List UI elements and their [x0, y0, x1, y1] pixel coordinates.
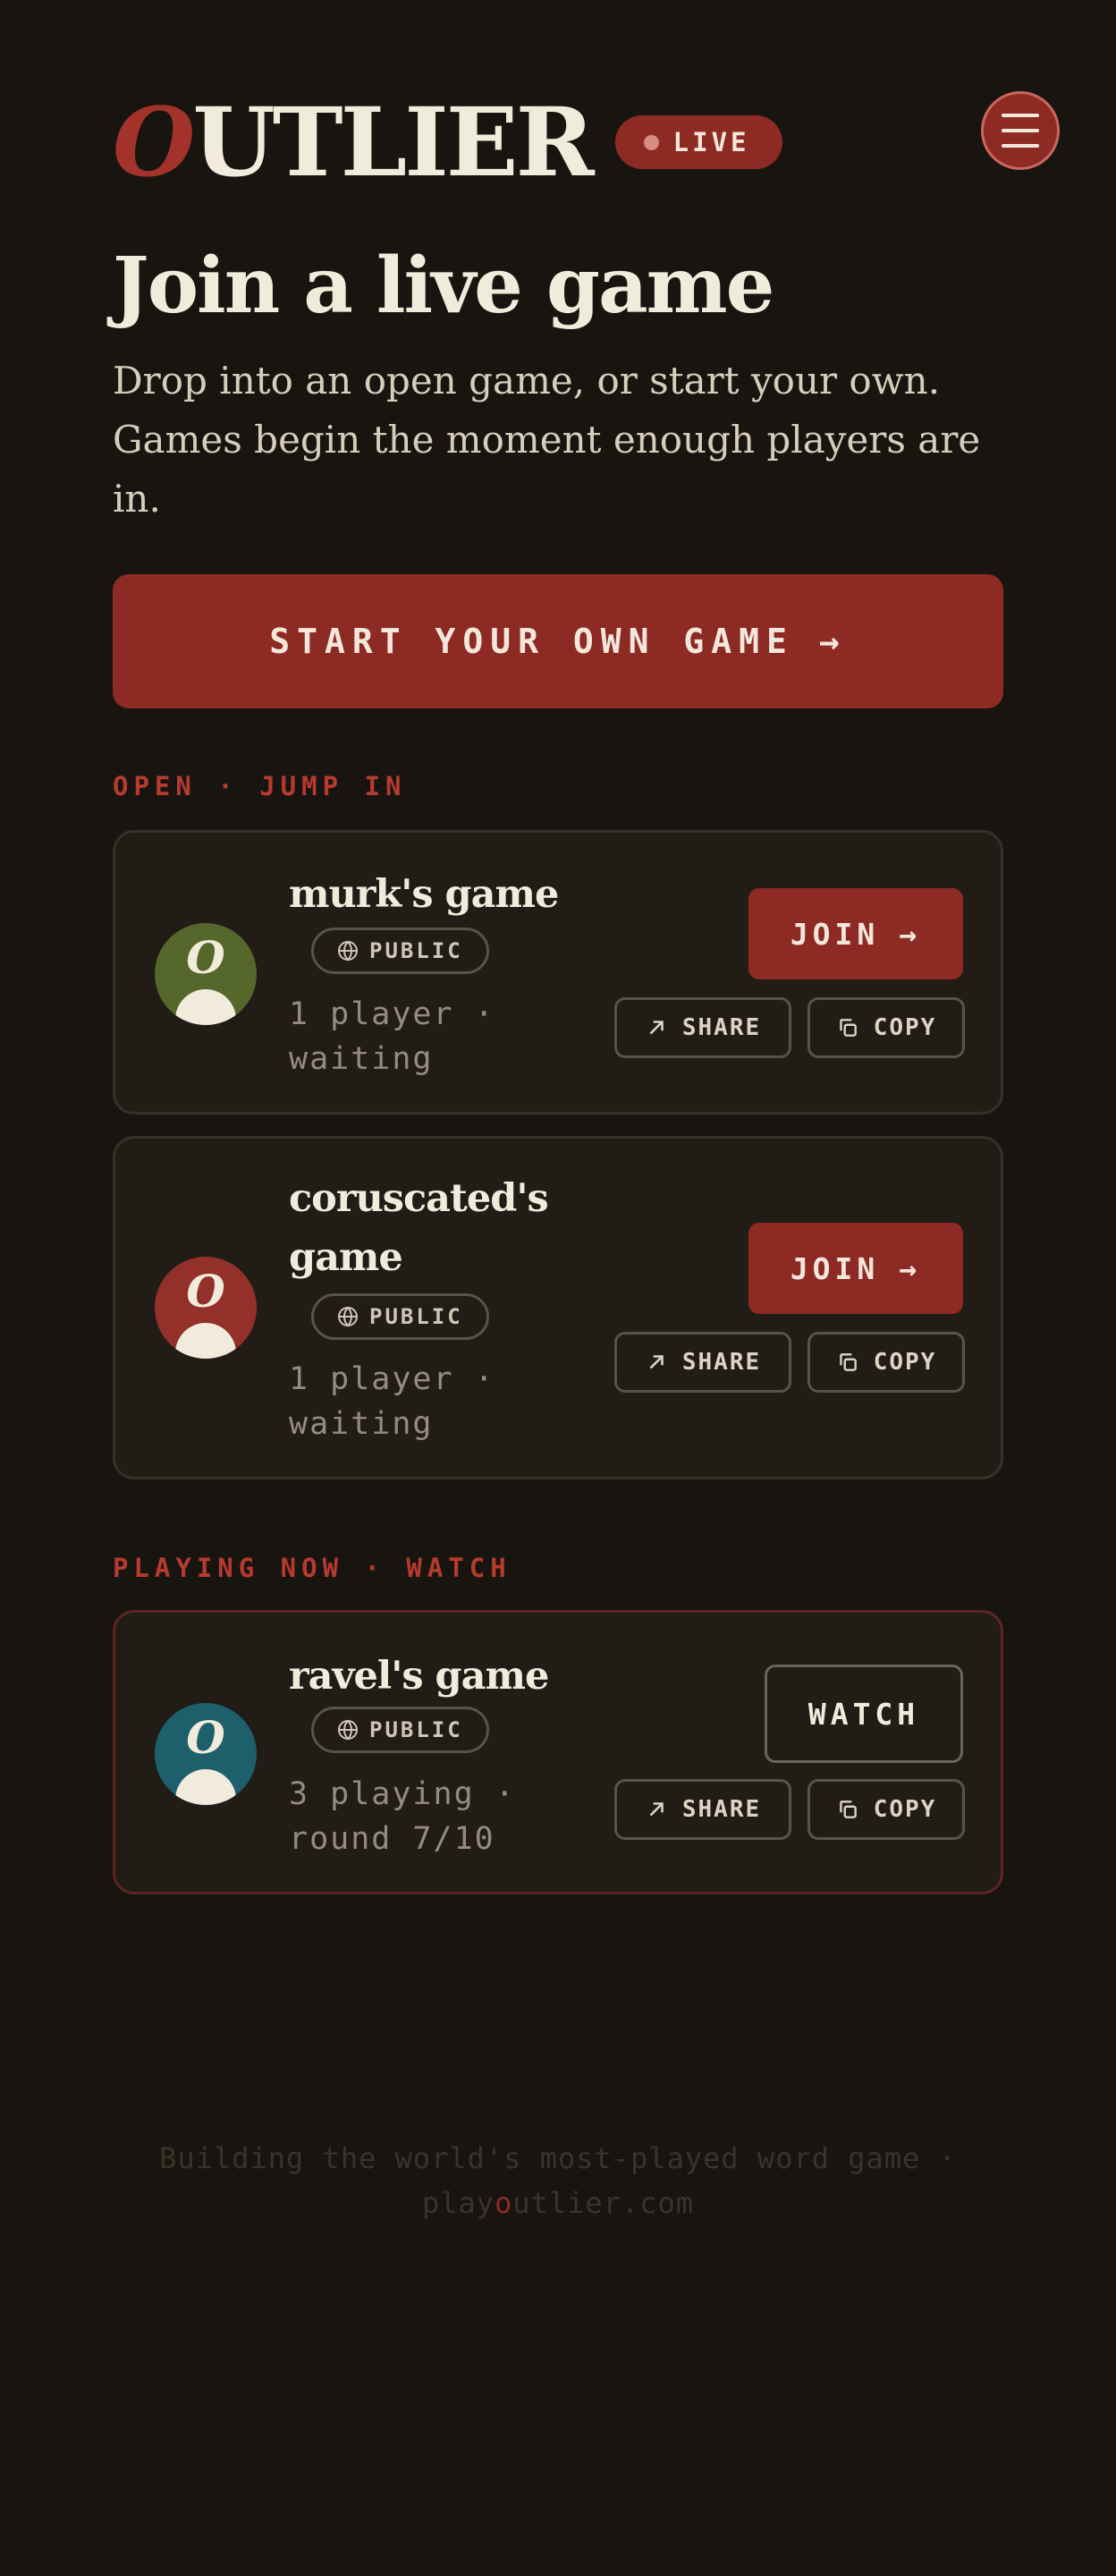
- copy-button[interactable]: COPY: [807, 1332, 965, 1393]
- visibility-label: PUBLIC: [369, 1717, 463, 1742]
- visibility-badge: PUBLIC: [311, 928, 489, 974]
- share-arrow-icon: [649, 1021, 664, 1035]
- watch-label: WATCH: [807, 1696, 920, 1732]
- game-card: O coruscated's game PUBLIC 1 player · wa…: [113, 1136, 1003, 1479]
- arrow-right-icon: →: [899, 916, 922, 952]
- globe-icon: [338, 1306, 358, 1327]
- hamburger-menu-icon: [1002, 114, 1039, 117]
- live-badge: LIVE: [614, 115, 782, 169]
- copy-label: COPY: [873, 1014, 937, 1041]
- avatar-person-icon: [175, 1323, 236, 1359]
- watch-button[interactable]: WATCH: [765, 1665, 963, 1763]
- footer-tagline: Building the world's most-played word ga…: [159, 2141, 957, 2175]
- page-subtitle: Drop into an open game, or start your ow…: [113, 359, 981, 521]
- share-label: SHARE: [681, 1014, 762, 1041]
- avatar-person-icon: [175, 1769, 236, 1805]
- copy-label: COPY: [873, 1349, 937, 1376]
- live-badge-label: LIVE: [672, 127, 750, 157]
- game-name: coruscated's game: [289, 1176, 549, 1280]
- join-button[interactable]: JOIN →: [748, 1223, 963, 1314]
- share-button[interactable]: SHARE: [614, 1332, 791, 1393]
- share-arrow-icon: [649, 1802, 664, 1817]
- game-card: O murk's game PUBLIC 1 player · waiting …: [113, 830, 1003, 1114]
- join-label: JOIN: [790, 1250, 880, 1286]
- logo-o-letter: O: [113, 86, 195, 198]
- globe-icon: [338, 940, 358, 962]
- page: OUTLIER LIVE Join a live game Drop into …: [0, 0, 1116, 2576]
- visibility-badge: PUBLIC: [311, 1707, 489, 1753]
- avatar-person-icon: [175, 989, 236, 1025]
- avatar-letter: O: [186, 1711, 225, 1764]
- game-name: ravel's game: [289, 1654, 549, 1699]
- avatar: O: [155, 923, 257, 1025]
- page-title: Join a live game: [113, 241, 774, 331]
- avatar-letter: O: [186, 1265, 225, 1318]
- hamburger-menu-button[interactable]: [981, 91, 1060, 170]
- copy-label: COPY: [873, 1796, 937, 1823]
- start-own-game-label: START YOUR OWN GAME: [269, 622, 794, 661]
- live-dot-icon: [643, 134, 659, 150]
- visibility-badge: PUBLIC: [311, 1293, 489, 1340]
- arrow-right-icon: →: [818, 622, 847, 661]
- start-own-game-button[interactable]: START YOUR OWN GAME →: [113, 574, 1003, 708]
- copy-icon: [839, 1801, 857, 1818]
- copy-icon: [839, 1019, 857, 1037]
- open-games-section-label: OPEN · JUMP IN: [113, 771, 407, 801]
- arrow-right-icon: →: [899, 1250, 922, 1286]
- outlier-logo[interactable]: OUTLIER: [113, 95, 595, 190]
- game-card: O ravel's game PUBLIC 3 playing · round …: [113, 1610, 1003, 1894]
- logo-wordmark: UTLIER: [192, 86, 594, 198]
- playing-now-section-label: PLAYING NOW · WATCH: [113, 1553, 512, 1583]
- join-label: JOIN: [790, 916, 880, 952]
- share-label: SHARE: [681, 1796, 762, 1823]
- share-arrow-icon: [649, 1355, 664, 1369]
- game-status: 3 playing · round 7/10: [289, 1776, 516, 1857]
- avatar: O: [155, 1257, 257, 1359]
- copy-button[interactable]: COPY: [807, 1779, 965, 1840]
- copy-icon: [839, 1353, 857, 1371]
- join-button[interactable]: JOIN →: [748, 888, 963, 979]
- globe-icon: [338, 1719, 358, 1741]
- visibility-label: PUBLIC: [369, 1304, 463, 1329]
- footer: Building the world's most-played word ga…: [113, 2136, 1003, 2225]
- avatar: O: [155, 1703, 257, 1805]
- copy-button[interactable]: COPY: [807, 997, 965, 1058]
- avatar-letter: O: [186, 931, 225, 984]
- share-button[interactable]: SHARE: [614, 997, 791, 1058]
- footer-domain-link[interactable]: playoutlier.com: [113, 2181, 1003, 2225]
- game-name: murk's game: [289, 872, 559, 917]
- share-button[interactable]: SHARE: [614, 1779, 791, 1840]
- app-header: OUTLIER LIVE: [113, 93, 782, 191]
- game-status: 1 player · waiting: [289, 1361, 495, 1442]
- game-status: 1 player · waiting: [289, 996, 495, 1077]
- share-label: SHARE: [681, 1349, 762, 1376]
- visibility-label: PUBLIC: [369, 938, 463, 963]
